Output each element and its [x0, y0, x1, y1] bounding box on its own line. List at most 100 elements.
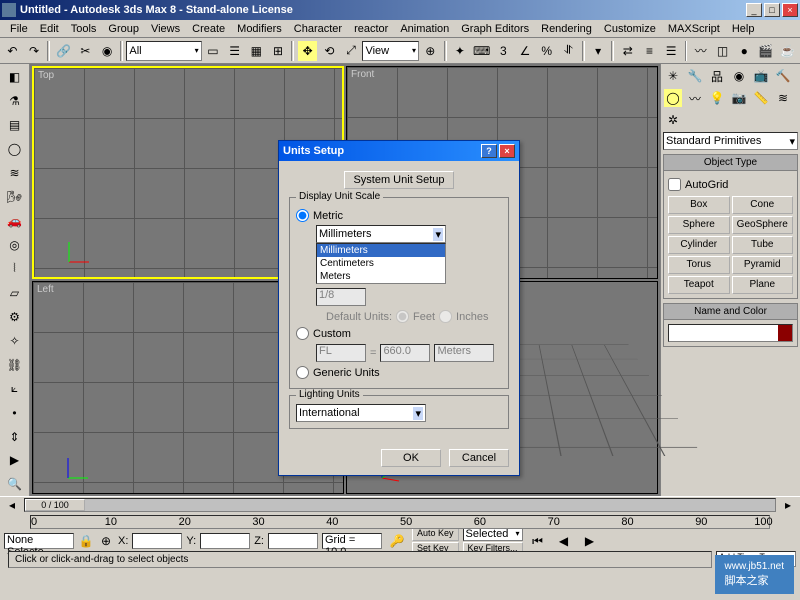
plane-tool-icon[interactable]: ▱: [3, 281, 27, 304]
menu-views[interactable]: Views: [145, 23, 186, 35]
ref-coord-dropdown[interactable]: View: [362, 41, 419, 61]
shapes-icon[interactable]: 〰: [685, 88, 705, 108]
tube-button[interactable]: Tube: [732, 236, 794, 254]
render-scene-icon[interactable]: 🎬: [756, 40, 777, 62]
lock-selection-icon[interactable]: 🔒: [78, 533, 94, 549]
point-icon[interactable]: •: [3, 401, 27, 424]
menu-edit[interactable]: Edit: [34, 23, 65, 35]
dialog-titlebar[interactable]: Units Setup ? ×: [279, 141, 519, 161]
menu-reactor[interactable]: reactor: [348, 23, 394, 35]
menu-help[interactable]: Help: [726, 23, 761, 35]
goto-start-icon[interactable]: ⏮: [527, 530, 549, 552]
list-item[interactable]: Centimeters: [317, 257, 445, 270]
wind-icon[interactable]: 🌬: [3, 186, 27, 209]
material-icon[interactable]: ●: [734, 40, 755, 62]
y-field[interactable]: [200, 533, 250, 549]
curve-editor-icon[interactable]: 〰: [690, 40, 711, 62]
create-tab-icon[interactable]: ✳: [663, 66, 683, 86]
mirror-icon[interactable]: ⇄: [617, 40, 638, 62]
play-icon[interactable]: ▶: [579, 530, 601, 552]
cloth-icon[interactable]: ▤: [3, 114, 27, 137]
bind-icon[interactable]: ◉: [97, 40, 118, 62]
help-button[interactable]: ?: [481, 144, 497, 158]
quick-render-icon[interactable]: ☕: [777, 40, 798, 62]
menu-customize[interactable]: Customize: [598, 23, 662, 35]
dialog-close-button[interactable]: ×: [499, 144, 515, 158]
geometry-icon[interactable]: ◯: [663, 88, 683, 108]
motion-tab-icon[interactable]: ◉: [729, 66, 749, 86]
selection-filter-dropdown[interactable]: All: [126, 41, 201, 61]
list-item[interactable]: Millimeters: [317, 244, 445, 257]
menu-file[interactable]: File: [4, 23, 34, 35]
car-icon[interactable]: 🚗: [3, 210, 27, 233]
menu-animation[interactable]: Animation: [394, 23, 455, 35]
snap-icon[interactable]: 3: [493, 40, 514, 62]
torus-button[interactable]: Torus: [668, 256, 730, 274]
schematic-icon[interactable]: ◫: [712, 40, 733, 62]
plane-button[interactable]: Plane: [732, 276, 794, 294]
metric-radio[interactable]: [296, 209, 309, 222]
metric-combo[interactable]: Millimeters: [316, 225, 446, 243]
redo-icon[interactable]: ↷: [24, 40, 45, 62]
time-ruler[interactable]: 0102030405060708090100: [30, 515, 770, 529]
reactor-icon[interactable]: ⚗: [3, 90, 27, 113]
spacewarps-icon[interactable]: ≋: [773, 88, 793, 108]
layers-icon[interactable]: ☰: [661, 40, 682, 62]
generic-radio[interactable]: [296, 366, 309, 379]
hierarchy-tab-icon[interactable]: 品: [707, 66, 727, 86]
scale-icon[interactable]: ⤢: [341, 40, 362, 62]
object-color-swatch[interactable]: [668, 324, 793, 342]
utilities-tab-icon[interactable]: 🔨: [773, 66, 793, 86]
system-unit-setup-button[interactable]: System Unit Setup: [344, 171, 453, 189]
time-next-icon[interactable]: ▸: [780, 498, 796, 512]
name-color-header[interactable]: Name and Color: [664, 304, 797, 320]
spring-icon[interactable]: ⦚: [3, 258, 27, 281]
wheel-icon[interactable]: ◎: [3, 234, 27, 257]
window-crossing-icon[interactable]: ⊞: [268, 40, 289, 62]
custom-radio[interactable]: [296, 327, 309, 340]
sphere-button[interactable]: Sphere: [668, 216, 730, 234]
cone-button[interactable]: Cone: [732, 196, 794, 214]
rotate-icon[interactable]: ⟲: [319, 40, 340, 62]
cancel-button[interactable]: Cancel: [449, 449, 509, 467]
named-selection-icon[interactable]: ▾: [588, 40, 609, 62]
transform-type-icon[interactable]: ⊕: [98, 533, 114, 549]
fracture-icon[interactable]: ✧: [3, 329, 27, 352]
key-icon[interactable]: 🔑: [386, 530, 408, 552]
spinner-snap-icon[interactable]: ⥯: [558, 40, 579, 62]
time-slider-thumb[interactable]: 0 / 100: [25, 499, 85, 511]
maximize-button[interactable]: □: [764, 3, 780, 17]
motor-icon[interactable]: ⚙: [3, 305, 27, 328]
ragdoll-icon[interactable]: ⛓: [3, 353, 27, 376]
select-region-icon[interactable]: ▦: [246, 40, 267, 62]
link-icon[interactable]: 🔗: [53, 40, 74, 62]
z-field[interactable]: [268, 533, 318, 549]
keyboard-shortcut-icon[interactable]: ⌨: [471, 40, 492, 62]
prismatic-icon[interactable]: ⇕: [3, 425, 27, 448]
menu-graph-editors[interactable]: Graph Editors: [455, 23, 535, 35]
category-dropdown[interactable]: Standard Primitives: [663, 132, 798, 150]
angle-snap-icon[interactable]: ∠: [515, 40, 536, 62]
menu-create[interactable]: Create: [186, 23, 231, 35]
close-button[interactable]: ×: [782, 3, 798, 17]
display-tab-icon[interactable]: 📺: [751, 66, 771, 86]
box-button[interactable]: Box: [668, 196, 730, 214]
tab-panel-icon[interactable]: ◧: [3, 66, 27, 89]
menu-character[interactable]: Character: [288, 23, 348, 35]
move-icon[interactable]: ✥: [297, 40, 318, 62]
hinge-icon[interactable]: ⟀: [3, 377, 27, 400]
menu-tools[interactable]: Tools: [65, 23, 103, 35]
teapot-button[interactable]: Teapot: [668, 276, 730, 294]
unlink-icon[interactable]: ✂: [75, 40, 96, 62]
helpers-icon[interactable]: 📏: [751, 88, 771, 108]
time-slider[interactable]: 0 / 100: [24, 498, 776, 512]
select-icon[interactable]: ▭: [203, 40, 224, 62]
menu-maxscript[interactable]: MAXScript: [662, 23, 726, 35]
pyramid-button[interactable]: Pyramid: [732, 256, 794, 274]
time-prev-icon[interactable]: ◂: [4, 498, 20, 512]
ok-button[interactable]: OK: [381, 449, 441, 467]
undo-icon[interactable]: ↶: [2, 40, 23, 62]
menu-group[interactable]: Group: [102, 23, 145, 35]
minimize-button[interactable]: _: [746, 3, 762, 17]
cylinder-button[interactable]: Cylinder: [668, 236, 730, 254]
